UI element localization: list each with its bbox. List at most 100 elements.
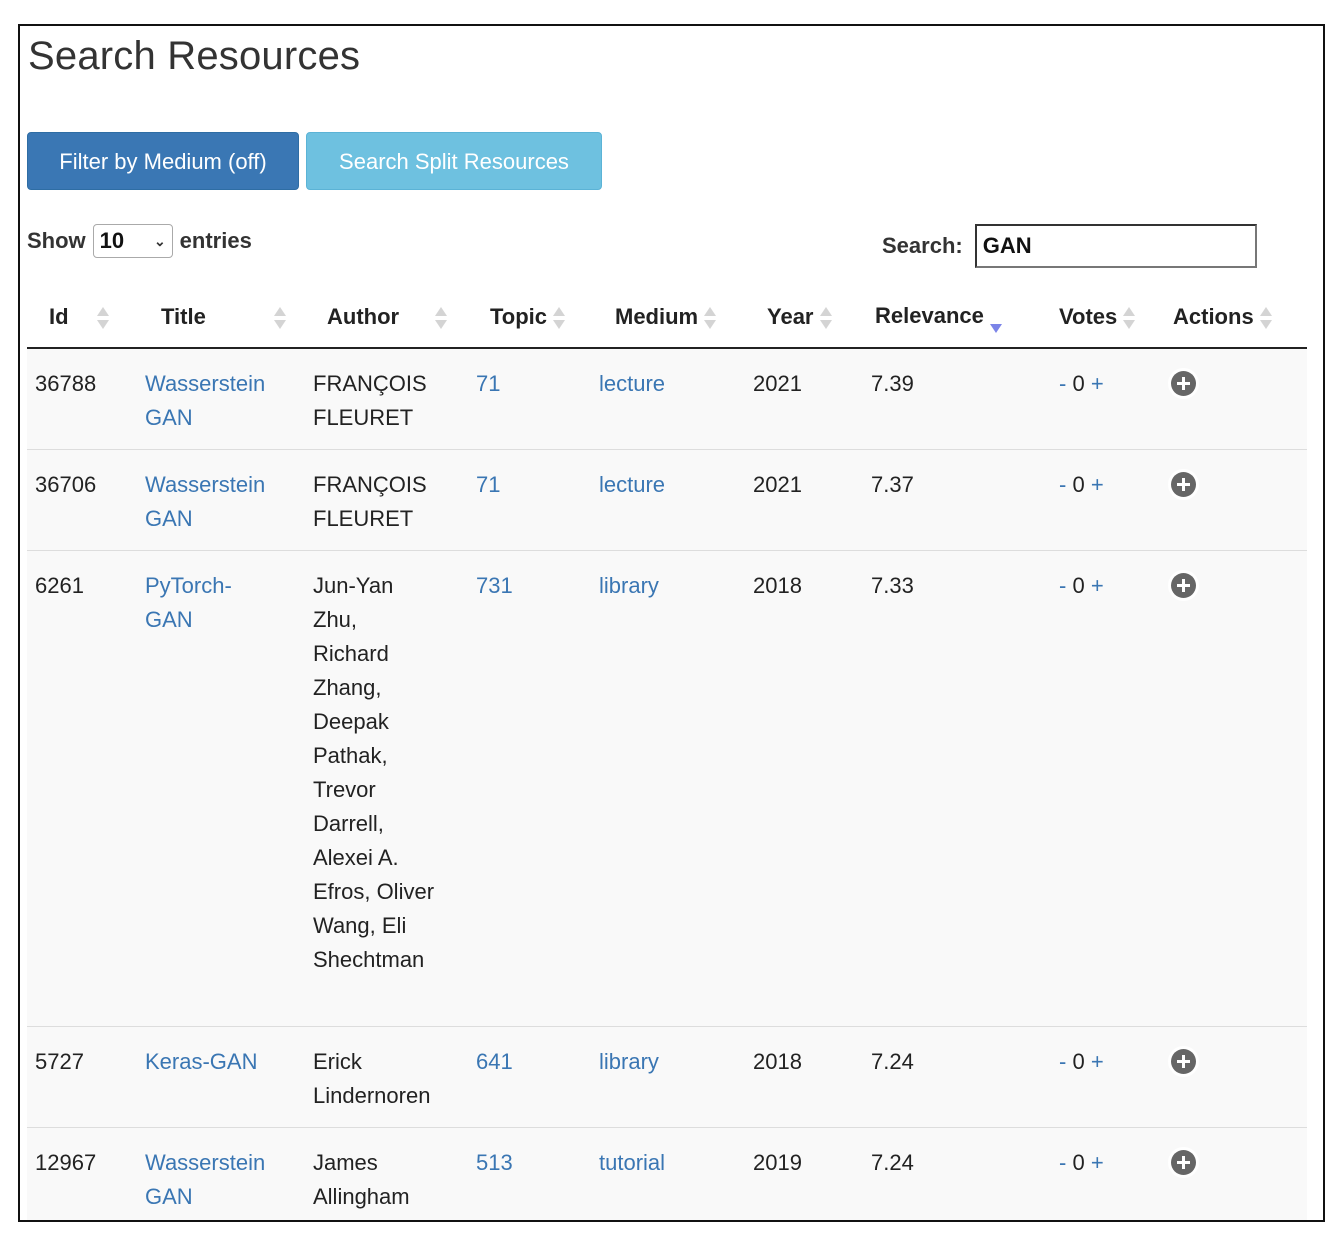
cell-title: Wasserstein GAN	[137, 1128, 305, 1221]
downvote-button[interactable]: -	[1059, 1150, 1066, 1175]
upvote-button[interactable]: +	[1091, 1150, 1104, 1175]
downvote-button[interactable]: -	[1059, 1049, 1066, 1074]
column-header-votes[interactable]: Votes	[1045, 288, 1155, 349]
column-header-relevance[interactable]: Relevance	[863, 288, 1045, 349]
cell-medium: lecture	[591, 348, 745, 450]
cell-relevance: 7.24	[871, 1150, 914, 1175]
entries-per-page-value: 10	[99, 228, 125, 253]
title-link[interactable]: Wasserstein GAN	[145, 472, 265, 531]
upvote-button[interactable]: +	[1091, 472, 1104, 497]
column-header-title[interactable]: Title	[137, 288, 305, 349]
column-header-topic[interactable]: Topic	[468, 288, 591, 349]
topic-link[interactable]: 641	[476, 1049, 513, 1074]
title-link[interactable]: PyTorch-GAN	[145, 569, 245, 637]
plus-circle-icon[interactable]	[1171, 1049, 1196, 1074]
table-row: 36706 Wasserstein GAN FRANÇOIS FLEURET 7…	[27, 449, 1307, 551]
topic-link[interactable]: 71	[476, 472, 500, 497]
cell-actions	[1155, 1027, 1307, 1128]
medium-link[interactable]: tutorial	[599, 1150, 665, 1175]
upvote-button[interactable]: +	[1091, 573, 1104, 598]
title-link[interactable]: Wasserstein GAN	[145, 1150, 265, 1209]
cell-id: 36788	[35, 371, 97, 396]
column-header-medium[interactable]: Medium	[591, 288, 745, 349]
page-title: Search Resources	[28, 34, 361, 78]
cell-author: James Allingham	[313, 1150, 410, 1209]
cell-votes: - 0 +	[1045, 551, 1155, 1027]
cell-actions	[1155, 1128, 1307, 1221]
vote-count: 0	[1072, 1049, 1085, 1074]
sort-icon	[553, 305, 566, 331]
cell-id: 5727	[35, 1049, 84, 1074]
cell-year: 2021	[753, 371, 802, 396]
search-input[interactable]	[974, 224, 1257, 268]
sort-icon	[273, 305, 286, 331]
downvote-button[interactable]: -	[1059, 573, 1066, 598]
cell-topic: 71	[468, 348, 591, 450]
entries-per-page-select[interactable]: 10 ⌄	[92, 224, 173, 258]
downvote-button[interactable]: -	[1059, 472, 1066, 497]
results-table: Id Title Author Topic Medium Year Releva…	[27, 288, 1307, 1221]
medium-link[interactable]: lecture	[599, 371, 665, 396]
plus-circle-icon[interactable]	[1171, 472, 1196, 497]
sort-icon	[96, 305, 109, 331]
entries-label: entries	[179, 228, 252, 253]
cell-author: FRANÇOIS FLEURET	[313, 472, 427, 531]
cell-medium: library	[591, 1027, 745, 1128]
search-split-resources-button[interactable]: Search Split Resources	[306, 132, 602, 190]
medium-link[interactable]: library	[599, 573, 659, 598]
plus-circle-icon[interactable]	[1171, 371, 1196, 396]
cell-votes: - 0 +	[1045, 450, 1155, 551]
search-label: Search:	[882, 233, 963, 258]
table-header-row: Id Title Author Topic Medium Year Releva…	[27, 288, 1307, 349]
medium-link[interactable]: lecture	[599, 472, 665, 497]
column-header-id[interactable]: Id	[27, 288, 137, 349]
cell-medium: tutorial	[591, 1128, 745, 1221]
title-link[interactable]: Wasserstein GAN	[145, 371, 265, 430]
upvote-button[interactable]: +	[1091, 1049, 1104, 1074]
sort-icon	[704, 305, 717, 331]
cell-actions	[1155, 450, 1307, 551]
cell-medium: library	[591, 551, 745, 1027]
upvote-button[interactable]: +	[1091, 371, 1104, 396]
filter-by-medium-button[interactable]: Filter by Medium (off)	[27, 132, 299, 190]
column-header-actions[interactable]: Actions	[1155, 288, 1307, 349]
downvote-button[interactable]: -	[1059, 371, 1066, 396]
vote-count: 0	[1072, 371, 1085, 396]
cell-relevance: 7.24	[871, 1049, 914, 1074]
topic-link[interactable]: 71	[476, 371, 500, 396]
medium-link[interactable]: library	[599, 1049, 659, 1074]
entries-length-control: Show 10 ⌄ entries	[27, 224, 252, 258]
cell-topic: 731	[468, 551, 591, 1027]
cell-topic: 513	[468, 1128, 591, 1221]
topic-link[interactable]: 731	[476, 573, 513, 598]
topic-link[interactable]: 513	[476, 1150, 513, 1175]
cell-author: Erick Lindernoren	[313, 1049, 431, 1108]
cell-year: 2018	[753, 573, 802, 598]
plus-circle-icon[interactable]	[1171, 1150, 1196, 1175]
sort-icon	[819, 305, 832, 331]
sort-icon	[435, 305, 448, 331]
cell-year: 2019	[753, 1150, 802, 1175]
cell-title: Wasserstein GAN	[137, 450, 305, 551]
cell-relevance: 7.39	[871, 371, 914, 396]
title-link[interactable]: Keras-GAN	[145, 1049, 257, 1074]
table-row: 12967 Wasserstein GAN James Allingham 51…	[27, 1127, 1307, 1221]
cell-id: 12967	[35, 1150, 97, 1175]
cell-actions	[1155, 348, 1307, 450]
cell-title: Keras-GAN	[137, 1027, 305, 1128]
vote-count: 0	[1072, 1150, 1085, 1175]
vote-count: 0	[1072, 573, 1085, 598]
plus-circle-icon[interactable]	[1171, 573, 1196, 598]
cell-votes: - 0 +	[1045, 1128, 1155, 1221]
sort-icon	[1259, 305, 1272, 331]
sort-desc-icon	[989, 323, 1002, 333]
column-header-author[interactable]: Author	[305, 288, 468, 349]
resource-search-panel: Search Resources Filter by Medium (off) …	[18, 24, 1325, 1222]
cell-votes: - 0 +	[1045, 348, 1155, 450]
cell-author: Jun-Yan Zhu, Richard Zhang, Deepak Patha…	[313, 573, 435, 972]
show-label: Show	[27, 228, 86, 253]
table-row: 5727 Keras-GAN Erick Lindernoren 641 lib…	[27, 1026, 1307, 1128]
column-header-year[interactable]: Year	[745, 288, 863, 349]
cell-relevance: 7.33	[871, 573, 914, 598]
cell-actions	[1155, 551, 1307, 1027]
